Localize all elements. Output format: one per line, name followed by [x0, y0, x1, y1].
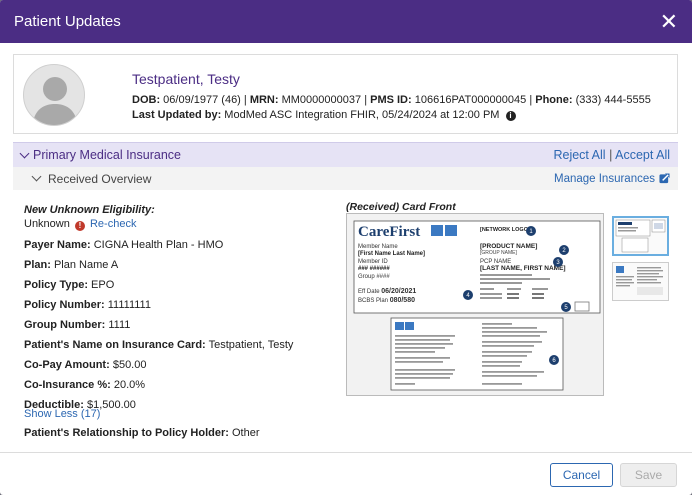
patient-summary-card: Testpatient, Testy DOB: 06/09/1977 (46) …: [13, 54, 678, 134]
insurance-field-row: Payer Name: CIGNA Health Plan - HMO: [24, 239, 324, 251]
network-logo: [NETWORK LOGO]: [480, 227, 530, 233]
separator: |: [364, 94, 368, 106]
field-label: Group Number:: [24, 319, 106, 331]
insurance-field-row: Group Number: 1111: [24, 319, 324, 331]
blue-shield-icon: [445, 225, 457, 236]
show-less-link[interactable]: Show Less (17): [24, 408, 100, 420]
pms-label: PMS ID:: [370, 94, 412, 106]
accept-all-link[interactable]: Accept All: [615, 148, 670, 162]
pcp-name: [LAST NAME, FIRST NAME]: [480, 265, 566, 272]
cancel-button[interactable]: Cancel: [550, 463, 613, 487]
card-back-thumbnail[interactable]: [612, 262, 669, 301]
patient-demographics: DOB: 06/09/1977 (46) | MRN: MM0000000037…: [132, 94, 651, 106]
last-updated-label: Last Updated by:: [132, 109, 222, 121]
avatar: [23, 64, 85, 126]
insurance-field-row: Patient's Name on Insurance Card: Testpa…: [24, 339, 324, 351]
separator: |: [609, 148, 613, 162]
svg-text:Eff Date 06/20/2021: Eff Date 06/20/2021: [358, 288, 416, 295]
subsection-toggle[interactable]: Received Overview: [31, 171, 152, 186]
field-value: Testpatient, Testy: [208, 339, 294, 351]
group-label: Group ####: [358, 274, 390, 280]
dob-value: 06/09/1977 (46): [163, 94, 241, 106]
field-label: Patient's Name on Insurance Card:: [24, 339, 206, 351]
field-label: Plan:: [24, 259, 51, 271]
member-name: [First Name Last Name]: [358, 251, 425, 257]
received-overview-header[interactable]: Received Overview Manage Insurances: [13, 167, 678, 190]
eligibility-row: Unknown ! Re-check: [24, 218, 324, 231]
member-id: ### ######: [358, 266, 390, 272]
accept-reject-actions: Reject All | Accept All: [553, 148, 670, 162]
eligibility-label: New Unknown Eligibility:: [24, 204, 155, 216]
separator: |: [529, 94, 533, 106]
insurance-details: New Unknown Eligibility: Unknown ! Re-ch…: [24, 204, 324, 419]
modal-footer: Cancel Save: [0, 452, 692, 495]
mrn-value: MM0000000037: [281, 94, 362, 106]
primary-insurance-header[interactable]: Primary Medical Insurance Reject All | A…: [13, 142, 678, 167]
recheck-link[interactable]: Re-check: [90, 218, 136, 230]
separator: |: [243, 94, 247, 106]
insurance-field-row: Co-Insurance %: 20.0%: [24, 379, 324, 391]
patient-name: Testpatient, Testy: [132, 71, 240, 87]
field-value: 20.0%: [113, 379, 146, 391]
field-value: CIGNA Health Plan - HMO: [93, 239, 224, 251]
subsection-title: Received Overview: [48, 171, 152, 186]
phone-label: Phone:: [535, 94, 573, 106]
insurance-field-list: Payer Name: CIGNA Health Plan - HMO Plan:…: [24, 239, 324, 411]
field-label: Policy Number:: [24, 299, 105, 311]
chevron-down-icon: [31, 171, 42, 182]
save-button[interactable]: Save: [620, 463, 677, 487]
manage-insurances[interactable]: Manage Insurances: [554, 173, 670, 185]
pms-value: 106616PAT000000045: [414, 94, 527, 106]
field-label: Payer Name:: [24, 239, 91, 251]
field-value: 1111: [108, 319, 131, 331]
bcbs-plan-label: BCBS Plan: [358, 298, 388, 304]
field-label: Co-Insurance %:: [24, 379, 111, 391]
insurance-field-row: Policy Type: EPO: [24, 279, 324, 291]
field-value: EPO: [91, 279, 115, 291]
manage-insurances-link[interactable]: Manage Insurances: [554, 173, 655, 185]
alert-icon: !: [74, 221, 85, 231]
insurance-field-row: Policy Number: 11111111: [24, 299, 324, 311]
insurance-card-image[interactable]: CareFirst [NETWORK LOGO] 1 Member Name […: [346, 213, 604, 396]
bcbs-plan: 080/580: [390, 297, 415, 304]
info-icon[interactable]: i: [505, 111, 516, 121]
svg-text:BCBS Plan 080/580: BCBS Plan 080/580: [358, 297, 415, 304]
patient-updates-modal: Patient Updates ✕ Testpatient, Testy DOB…: [0, 0, 692, 495]
dob-label: DOB:: [132, 94, 161, 106]
member-id-label: Member ID: [358, 259, 388, 265]
mrn-label: MRN:: [249, 94, 279, 106]
insurance-field-row: Plan: Plan Name A: [24, 259, 324, 271]
eff-date-label: Eff Date: [358, 289, 380, 295]
relationship-label: Patient's Relationship to Policy Holder:: [24, 427, 229, 439]
field-value: $50.00: [112, 359, 147, 371]
insurance-field-row: Co-Pay Amount: $50.00: [24, 359, 324, 371]
field-label: Policy Type:: [24, 279, 88, 291]
modal-title: Patient Updates: [14, 13, 121, 30]
card-image-label: (Received) Card Front: [346, 201, 456, 213]
chevron-down-icon: [19, 148, 30, 158]
field-label: Co-Pay Amount:: [24, 359, 110, 371]
section-toggle[interactable]: Primary Medical Insurance: [19, 148, 181, 162]
field-value: 11111111: [107, 299, 151, 311]
close-icon[interactable]: ✕: [660, 10, 678, 33]
product-name: [PRODUCT NAME]: [480, 243, 537, 250]
last-updated: Last Updated by: ModMed ASC Integration …: [132, 109, 516, 121]
group-name: [GROUP NAME]: [480, 250, 517, 256]
card-brand: CareFirst: [358, 224, 420, 240]
reject-all-link[interactable]: Reject All: [553, 148, 605, 162]
relationship-value: Other: [232, 427, 260, 439]
field-value: Plan Name A: [53, 259, 119, 271]
section-title: Primary Medical Insurance: [33, 148, 181, 162]
relationship-row: Patient's Relationship to Policy Holder:…: [24, 427, 260, 439]
modal-header: Patient Updates ✕: [0, 0, 692, 43]
eff-date: 06/20/2021: [381, 288, 416, 295]
member-name-label: Member Name: [358, 244, 398, 250]
eligibility-value: Unknown: [24, 218, 70, 230]
external-link-icon: [659, 173, 670, 184]
last-updated-value: ModMed ASC Integration FHIR, 05/24/2024 …: [224, 109, 500, 121]
card-front-thumbnail[interactable]: [612, 216, 669, 256]
blue-cross-icon: [431, 225, 443, 236]
phone-value: (333) 444-5555: [575, 94, 651, 106]
